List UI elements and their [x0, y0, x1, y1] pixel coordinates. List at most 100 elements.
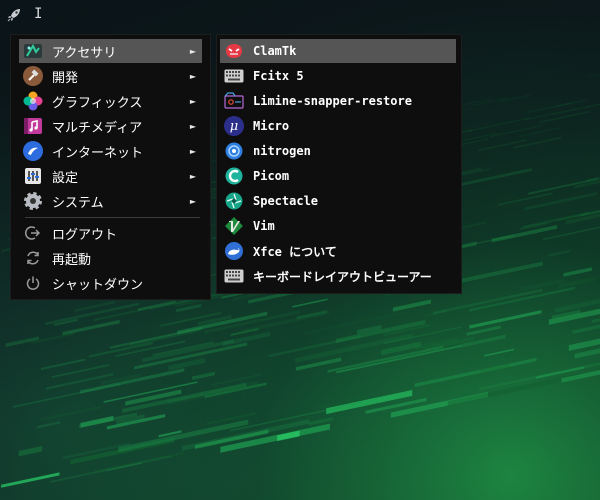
menu-item-multimedia[interactable]: マルチメディア ► [19, 114, 202, 138]
wallpaper-streak [459, 261, 543, 284]
menu-item-label: 再起動 [52, 252, 92, 268]
submenu-item-limine-snapper-restore[interactable]: Limine-snapper-restore [220, 89, 456, 113]
menu-item-label: Fcitx 5 [253, 69, 304, 83]
wallpaper-streak [568, 338, 600, 351]
limine-icon [224, 91, 244, 111]
wallpaper-streak [122, 382, 247, 413]
wallpaper-streak [574, 348, 600, 359]
wallpaper-streak [268, 335, 362, 358]
menu-item-label: シャットダウン [52, 277, 144, 293]
submenu-item-keyboard-layout-viewer[interactable]: キーボードレイアウトビューアー [220, 264, 456, 288]
wallpaper-streak [109, 326, 203, 349]
applications-menu: アクセサリ ► 開発 ► グラフィックス ► マルチメディア ► インターネット… [10, 34, 211, 300]
gear-icon [23, 191, 43, 211]
submenu-arrow-icon: ► [189, 196, 196, 206]
submenu-item-spectacle[interactable]: Spectacle [220, 189, 456, 213]
wallpaper-streak [392, 299, 432, 312]
micro-glyph: μ [229, 118, 239, 134]
internet-icon [23, 141, 43, 161]
menu-item-label: Micro [253, 119, 290, 133]
power-icon [23, 273, 43, 293]
menu-item-settings[interactable]: 設定 ► [19, 164, 202, 188]
menu-item-label: 開発 [52, 70, 79, 86]
wallpaper-streak [484, 348, 515, 357]
wallpaper-streak [555, 99, 587, 108]
wallpaper-streak [587, 73, 600, 78]
xfce-icon [224, 241, 244, 261]
wallpaper-streak [513, 136, 562, 149]
shutdown-button[interactable]: シャットダウン [19, 271, 202, 295]
restart-button[interactable]: 再起動 [19, 246, 202, 270]
menu-item-system[interactable]: システム ► [19, 189, 202, 213]
wallpaper-streak [489, 124, 543, 138]
menu-item-label: システム [52, 195, 104, 211]
menu-item-label: マルチメディア [52, 120, 143, 136]
wallpaper-streak [521, 278, 564, 292]
submenu-item-vim[interactable]: Vim [220, 214, 456, 238]
menu-item-label: Vim [253, 219, 275, 233]
submenu-arrow-icon: ► [189, 171, 196, 181]
menu-item-internet[interactable]: インターネット ► [19, 139, 202, 163]
wallpaper-streak [469, 310, 542, 329]
wallpaper-streak [40, 405, 102, 422]
wallpaper-streak [292, 298, 328, 308]
menu-item-label: Picom [253, 169, 290, 183]
wallpaper-streak [191, 371, 215, 380]
wallpaper-streak [137, 300, 176, 311]
wallpaper-streak [36, 421, 61, 429]
wallpaper-streak [524, 192, 597, 211]
menu-item-label: アクセサリ [52, 45, 117, 61]
menu-item-label: ClamTk [253, 44, 297, 58]
settings-icon [23, 166, 43, 186]
keyboard-icon [224, 66, 244, 86]
wallpaper-streak [18, 445, 43, 457]
wallpaper-streak [548, 249, 570, 257]
wallpaper-streak [480, 363, 509, 374]
wallpaper-streak [230, 401, 363, 432]
menu-item-label: nitrogen [253, 144, 311, 158]
submenu-item-picom[interactable]: Picom [220, 164, 456, 188]
wallpaper-streak [1, 472, 60, 488]
menu-item-accessories[interactable]: アクセサリ ► [19, 39, 202, 63]
accessories-icon [23, 41, 43, 61]
wallpaper-streak [447, 372, 583, 407]
keyboard-icon [224, 266, 244, 286]
clamtk-icon [224, 41, 244, 61]
submenu-item-clamtk[interactable]: ClamTk [220, 39, 456, 63]
wallpaper-streak [40, 358, 86, 370]
vim-icon [224, 216, 244, 236]
accessories-submenu: ClamTk Fcitx 5 Limine-snapper-restore μ … [216, 34, 462, 294]
logout-button[interactable]: ログアウト [19, 221, 202, 245]
submenu-arrow-icon: ► [189, 146, 196, 156]
menu-item-label: Spectacle [253, 194, 319, 208]
wallpaper-streak [477, 139, 527, 152]
nitrogen-icon [224, 141, 244, 161]
wallpaper-streak [563, 267, 592, 277]
menu-item-label: 設定 [52, 170, 79, 186]
wallpaper-streak [528, 177, 599, 195]
menu-item-label: インターネット [52, 145, 144, 161]
rocket-icon[interactable] [6, 7, 22, 23]
submenu-item-micro[interactable]: μ Micro [220, 114, 456, 138]
submenu-arrow-icon: ► [189, 96, 196, 106]
text-cursor: I [34, 6, 43, 22]
submenu-arrow-icon: ► [189, 46, 196, 56]
menu-separator [25, 217, 200, 218]
hammer-icon [23, 66, 43, 86]
submenu-arrow-icon: ► [189, 71, 196, 81]
submenu-arrow-icon: ► [189, 121, 196, 131]
submenu-item-about-xfce[interactable]: Xfce について [220, 239, 456, 263]
wallpaper-streak [277, 430, 300, 442]
submenu-item-nitrogen[interactable]: nitrogen [220, 139, 456, 163]
picom-icon [224, 166, 244, 186]
wallpaper-streak [592, 318, 600, 323]
menu-item-development[interactable]: 開発 ► [19, 64, 202, 88]
menu-item-graphics[interactable]: グラフィックス ► [19, 89, 202, 113]
menu-item-label: ログアウト [52, 227, 118, 243]
menu-item-label: Limine-snapper-restore [253, 94, 412, 108]
spectacle-icon [224, 191, 244, 211]
submenu-item-fcitx5[interactable]: Fcitx 5 [220, 64, 456, 88]
menu-item-label: キーボードレイアウトビューアー [253, 269, 432, 284]
logout-icon [23, 223, 43, 243]
wallpaper-streak [572, 324, 600, 335]
